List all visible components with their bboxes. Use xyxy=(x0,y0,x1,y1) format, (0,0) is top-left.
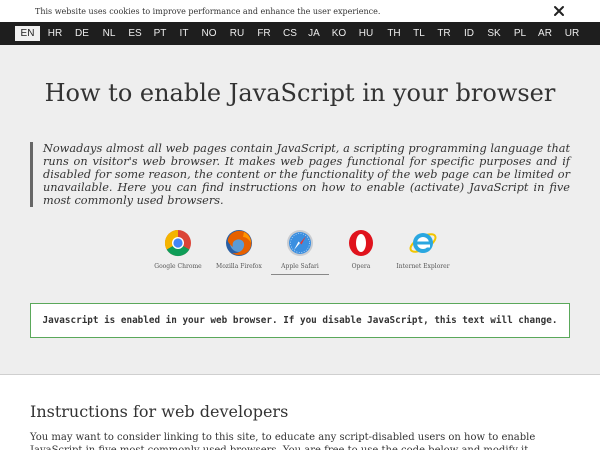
lang-id[interactable]: ID xyxy=(458,26,480,41)
browser-label-safari: Apple Safari xyxy=(281,263,319,270)
lang-ja[interactable]: JA xyxy=(303,26,325,41)
browser-label-chrome: Google Chrome xyxy=(154,263,202,270)
lang-th[interactable]: TH xyxy=(383,26,405,41)
cookie-text: This website uses cookies to improve per… xyxy=(35,7,381,16)
browser-label-opera: Opera xyxy=(351,263,371,270)
lang-tr[interactable]: TR xyxy=(433,26,455,41)
js-status-text: Javascript is enabled in your web browse… xyxy=(42,315,558,326)
lang-ar[interactable]: AR xyxy=(534,26,556,41)
lang-es[interactable]: ES xyxy=(124,26,146,41)
lang-ur[interactable]: UR xyxy=(561,26,583,41)
lang-ko[interactable]: KO xyxy=(328,26,350,41)
lang-pl[interactable]: PL xyxy=(509,26,531,41)
js-status-box: Javascript is enabled in your web browse… xyxy=(30,303,570,338)
main-panel: How to enable JavaScript in your browser… xyxy=(0,45,600,375)
lang-ru[interactable]: RU xyxy=(226,26,248,41)
browser-internet-explorer[interactable]: Internet Explorer xyxy=(394,228,452,270)
lang-cs[interactable]: CS xyxy=(279,26,301,41)
lang-nl[interactable]: NL xyxy=(98,26,120,41)
language-bar: EN HR DE NL ES PT IT NO RU FR CS JA KO H… xyxy=(0,22,600,45)
safari-icon xyxy=(287,230,313,256)
browser-firefox[interactable]: Mozilla Firefox xyxy=(210,228,268,270)
browser-label-firefox: Mozilla Firefox xyxy=(216,263,262,270)
browser-opera[interactable]: Opera xyxy=(332,228,390,270)
lang-sk[interactable]: SK xyxy=(483,26,505,41)
page-title: How to enable JavaScript in your browser xyxy=(44,79,556,107)
developers-text: You may want to consider linking to this… xyxy=(30,432,536,450)
selected-underline xyxy=(271,274,329,275)
browser-label-internet-explorer: Internet Explorer xyxy=(396,263,450,270)
lang-hr[interactable]: HR xyxy=(44,26,66,41)
lang-hu[interactable]: HU xyxy=(355,26,377,41)
browser-chrome[interactable]: Google Chrome xyxy=(149,228,207,270)
intro-text: Nowadays almost all web pages contain Ja… xyxy=(30,142,570,207)
lang-tl[interactable]: TL xyxy=(408,26,430,41)
developers-heading: Instructions for web developers xyxy=(30,402,289,421)
firefox-icon xyxy=(226,230,252,256)
lang-fr[interactable]: FR xyxy=(253,26,275,41)
opera-icon xyxy=(349,230,373,256)
lang-pt[interactable]: PT xyxy=(149,26,171,41)
browser-safari[interactable]: Apple Safari xyxy=(271,228,329,275)
internet-explorer-icon xyxy=(409,233,437,253)
chrome-icon xyxy=(164,229,191,257)
cookie-banner: This website uses cookies to improve per… xyxy=(0,0,600,22)
lang-it[interactable]: IT xyxy=(173,26,195,41)
lang-en[interactable]: EN xyxy=(15,26,40,41)
lang-no[interactable]: NO xyxy=(198,26,220,41)
lang-de[interactable]: DE xyxy=(71,26,93,41)
close-icon[interactable] xyxy=(552,4,566,18)
